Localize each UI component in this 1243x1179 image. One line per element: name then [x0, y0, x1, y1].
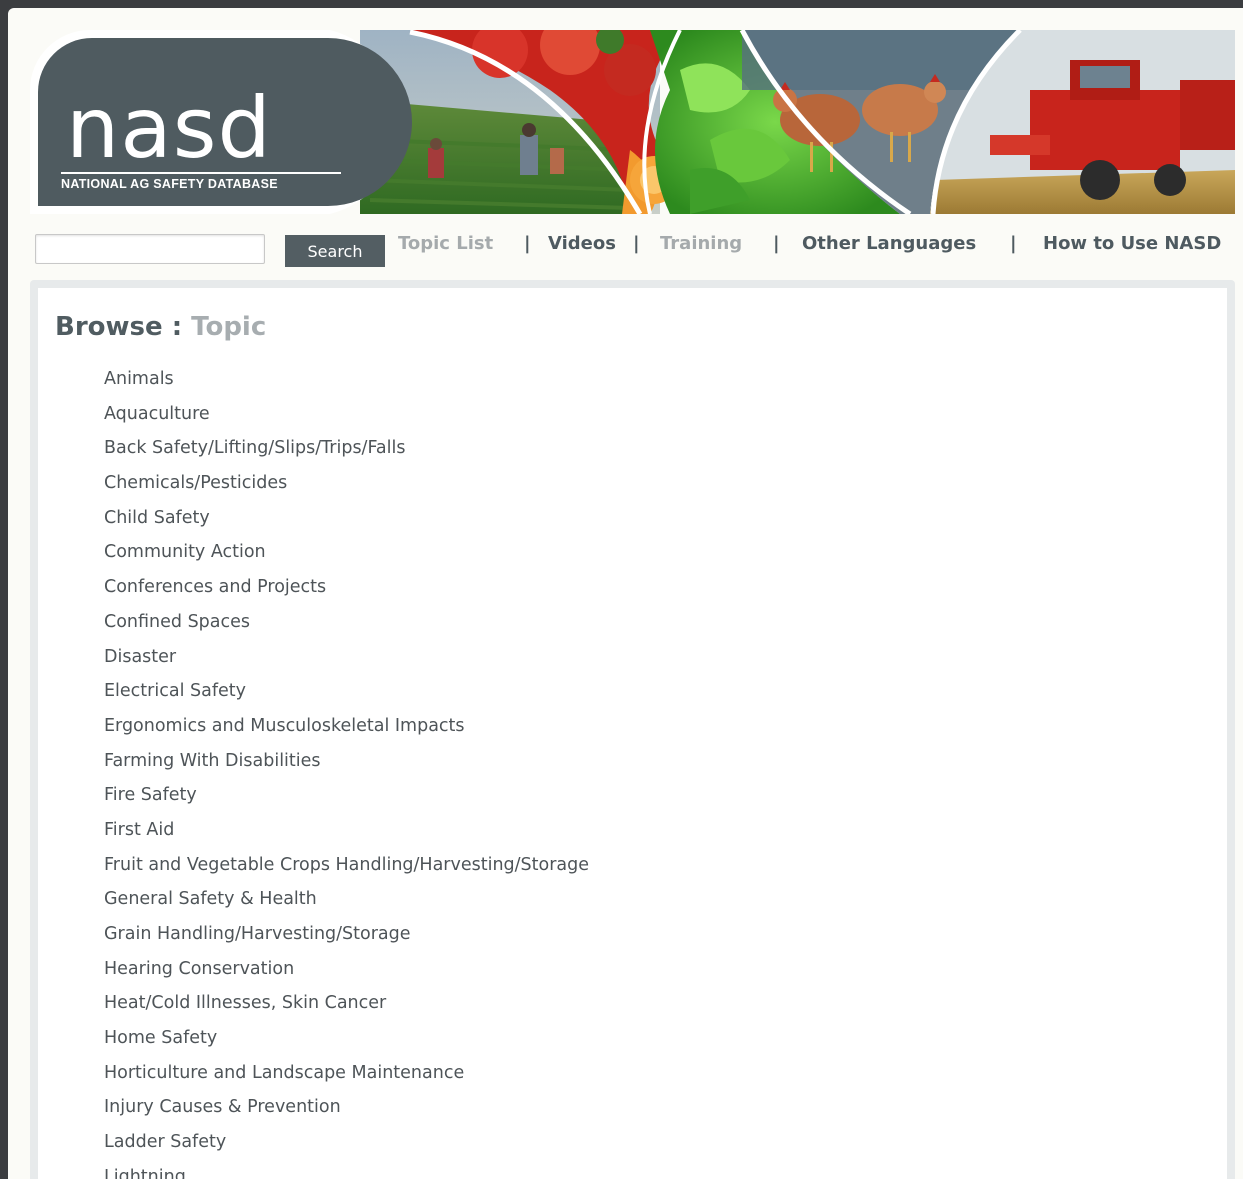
topic-link[interactable]: Back Safety/Lifting/Slips/Trips/Falls: [104, 431, 589, 466]
content-panel: Browse : Topic Animals Aquaculture Back …: [30, 280, 1235, 1179]
topic-link[interactable]: Hearing Conservation: [104, 952, 589, 987]
nav-other-languages[interactable]: Other Languages: [802, 230, 976, 258]
page-frame: nasd NATIONAL AG SAFETY DATABASE Search …: [8, 8, 1243, 1179]
nav-topic-list[interactable]: Topic List: [398, 230, 493, 258]
site-banner: nasd NATIONAL AG SAFETY DATABASE: [30, 30, 1235, 214]
nav-separator: |: [1010, 233, 1017, 254]
topic-link[interactable]: Horticulture and Landscape Maintenance: [104, 1056, 589, 1091]
nav-videos[interactable]: Videos: [548, 230, 616, 258]
search-button[interactable]: Search: [285, 235, 385, 267]
topic-link[interactable]: Electrical Safety: [104, 674, 589, 709]
topic-link[interactable]: Confined Spaces: [104, 605, 589, 640]
topic-link[interactable]: General Safety & Health: [104, 882, 589, 917]
search-input[interactable]: [35, 234, 265, 264]
page-title: Browse : Topic: [55, 310, 266, 344]
topic-link[interactable]: Farming With Disabilities: [104, 744, 589, 779]
topic-link[interactable]: Lightning: [104, 1160, 589, 1179]
topic-link[interactable]: Disaster: [104, 640, 589, 675]
topic-link[interactable]: Ergonomics and Musculoskeletal Impacts: [104, 709, 589, 744]
nav-how-to-use[interactable]: How to Use NASD: [1043, 230, 1221, 258]
breadcrumb-current: Topic: [191, 312, 267, 342]
toolbar: Search Topic List | Videos | Training | …: [8, 218, 1243, 274]
topic-link[interactable]: Fruit and Vegetable Crops Handling/Harve…: [104, 848, 589, 883]
topic-link[interactable]: Fire Safety: [104, 778, 589, 813]
topic-link[interactable]: Heat/Cold Illnesses, Skin Cancer: [104, 986, 589, 1021]
content-body: Browse : Topic Animals Aquaculture Back …: [38, 288, 1227, 1179]
breadcrumb-separator: :: [171, 312, 183, 342]
topic-link[interactable]: Community Action: [104, 535, 589, 570]
topic-link[interactable]: Ladder Safety: [104, 1125, 589, 1160]
breadcrumb-browse: Browse: [55, 312, 163, 342]
topic-link[interactable]: Injury Causes & Prevention: [104, 1090, 589, 1125]
topic-link[interactable]: Home Safety: [104, 1021, 589, 1056]
nav-separator: |: [633, 233, 640, 254]
topic-link[interactable]: Chemicals/Pesticides: [104, 466, 589, 501]
topic-link[interactable]: Grain Handling/Harvesting/Storage: [104, 917, 589, 952]
logo-tagline: NATIONAL AG SAFETY DATABASE: [61, 172, 341, 191]
topic-list: Animals Aquaculture Back Safety/Lifting/…: [104, 362, 589, 1179]
topic-link[interactable]: Conferences and Projects: [104, 570, 589, 605]
nav-separator: |: [524, 233, 531, 254]
topic-link[interactable]: First Aid: [104, 813, 589, 848]
topic-link[interactable]: Child Safety: [104, 501, 589, 536]
nav-training[interactable]: Training: [660, 230, 742, 258]
topic-link[interactable]: Animals: [104, 362, 589, 397]
logo-wordmark[interactable]: nasd: [66, 86, 272, 170]
topic-link[interactable]: Aquaculture: [104, 397, 589, 432]
nav-separator: |: [773, 233, 780, 254]
